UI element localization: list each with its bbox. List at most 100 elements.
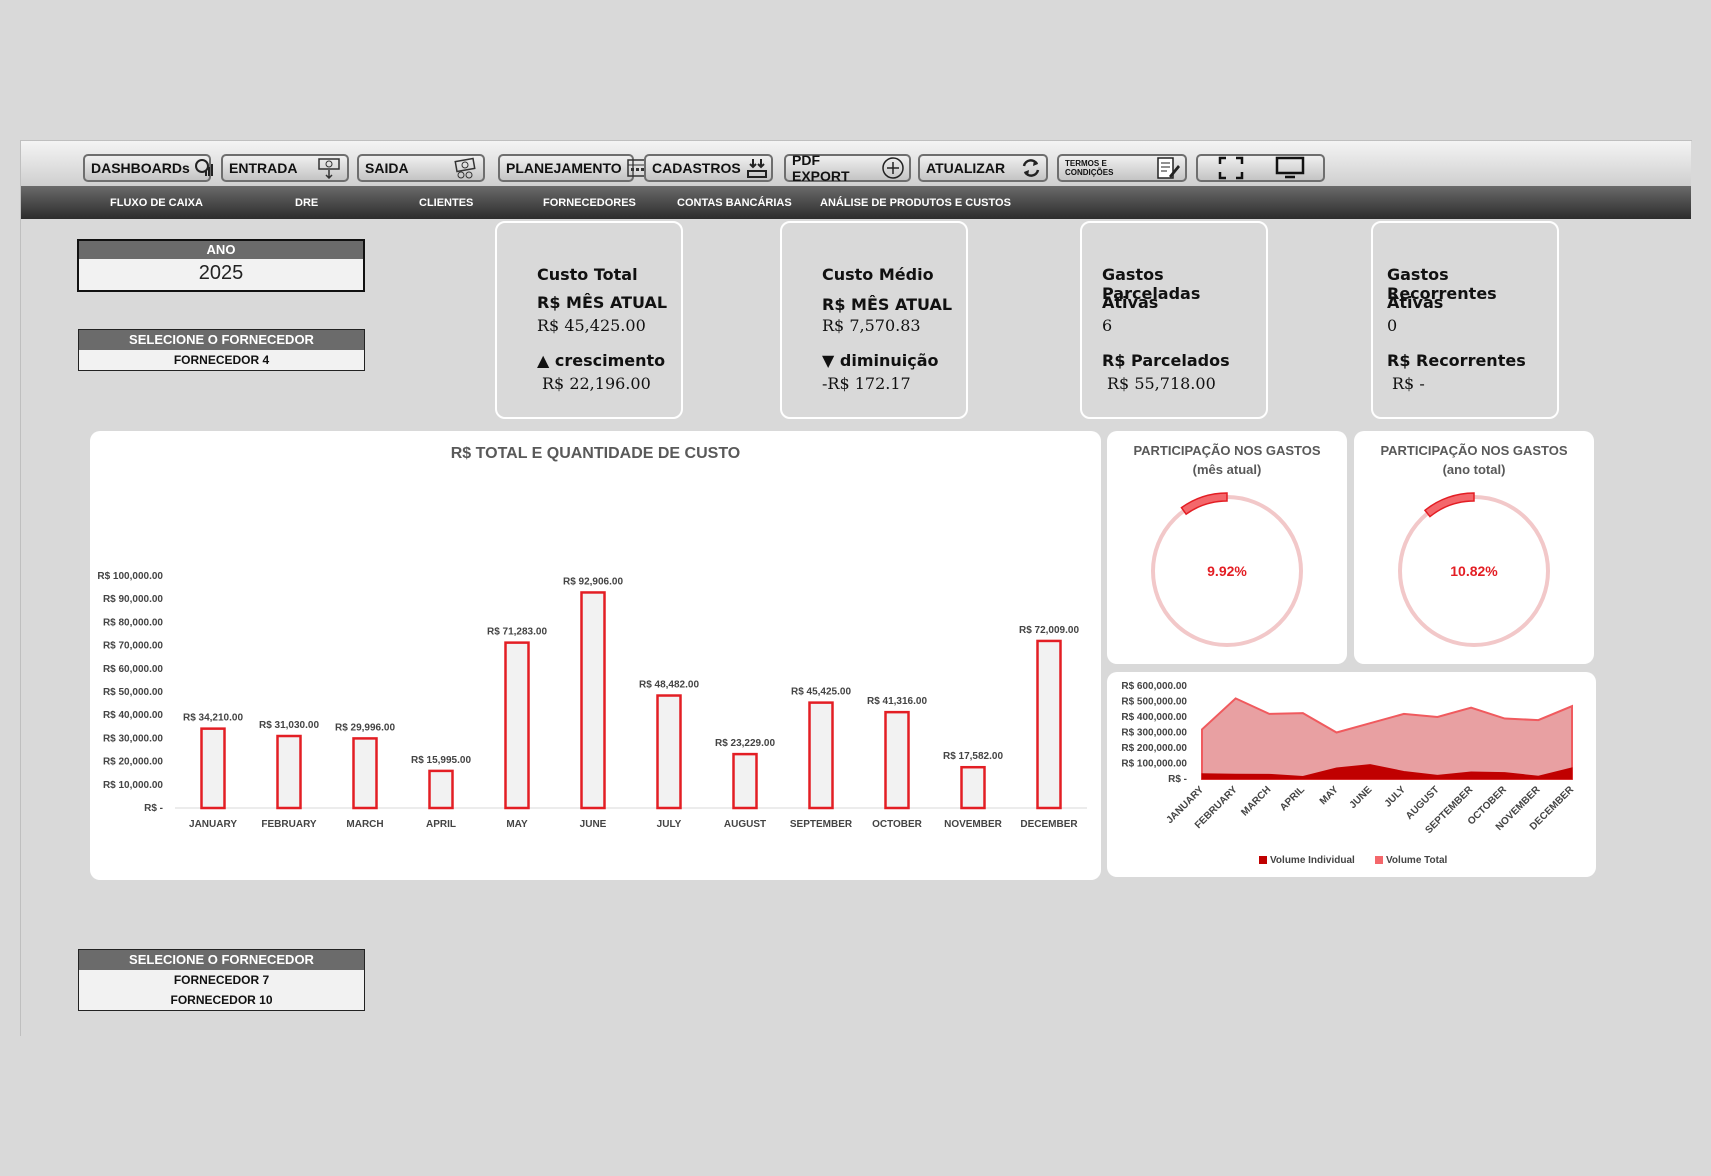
kpi-value: R$ 7,570.83 bbox=[822, 316, 921, 335]
x-tick-label: JULY bbox=[1383, 784, 1408, 809]
cadastros-button[interactable]: CADASTROS bbox=[644, 154, 773, 182]
y-tick-label: R$ 100,000.00 bbox=[97, 571, 163, 582]
y-tick-label: R$ 600,000.00 bbox=[1121, 681, 1187, 692]
supplier-selector-top[interactable]: SELECIONE O FORNECEDOR FORNECEDOR 4 bbox=[78, 329, 365, 371]
area-chart: R$ - R$ 100,000.00 R$ 200,000.00 R$ 300,000… bbox=[1121, 681, 1576, 866]
termos-button[interactable]: TERMOS E CONDIÇÕES bbox=[1057, 154, 1187, 182]
bar-chart-panel: R$ TOTAL E QUANTIDADE DE CUSTO R$ - R$ 10… bbox=[90, 431, 1101, 880]
y-tick-label: R$ 60,000.00 bbox=[103, 664, 163, 675]
kpi-change-label: R$ Recorrentes bbox=[1387, 351, 1526, 370]
bar bbox=[352, 737, 378, 810]
money-in-icon bbox=[318, 158, 340, 179]
kpi-title: Custo Médio bbox=[822, 265, 934, 284]
bar bbox=[960, 765, 986, 810]
bar-value-label: R$ 15,995.00 bbox=[411, 755, 471, 766]
x-tick-label: FEBRUARY bbox=[261, 819, 317, 830]
bar-value-label: R$ 71,283.00 bbox=[487, 627, 547, 638]
y-tick-label: R$ 40,000.00 bbox=[103, 710, 163, 721]
y-tick-label: R$ 90,000.00 bbox=[103, 594, 163, 605]
kpi-subtitle: R$ MÊS ATUAL bbox=[537, 293, 668, 312]
subnav-contas-bancarias[interactable]: CONTAS BANCÁRIAS bbox=[677, 197, 792, 209]
area-chart-panel: R$ - R$ 100,000.00 R$ 200,000.00 R$ 300,000… bbox=[1107, 672, 1596, 877]
bar-value-label: R$ 29,996.00 bbox=[335, 722, 395, 733]
donut-panel-month: PARTICIPAÇÃO NOS GASTOS (mês atual) 9.92… bbox=[1107, 431, 1347, 664]
bar-value-label: R$ 72,009.00 bbox=[1019, 625, 1079, 636]
add-circle-icon bbox=[882, 157, 904, 179]
register-icon bbox=[746, 159, 767, 178]
y-tick-label: R$ 70,000.00 bbox=[103, 641, 163, 652]
y-tick-label: R$ 100,000.00 bbox=[1121, 759, 1187, 770]
x-tick-label: DECEMBER bbox=[1020, 819, 1078, 830]
y-tick-label: R$ 200,000.00 bbox=[1121, 743, 1187, 754]
fullscreen-icon[interactable] bbox=[1218, 156, 1244, 180]
entrada-button[interactable]: ENTRADA bbox=[221, 154, 349, 182]
y-tick-label: R$ - bbox=[1168, 774, 1187, 785]
atualizar-button[interactable]: ATUALIZAR bbox=[918, 154, 1048, 182]
donut-value: 10.82% bbox=[1450, 563, 1498, 579]
atualizar-label: ATUALIZAR bbox=[926, 160, 1006, 176]
x-tick-label: AUGUST bbox=[724, 819, 766, 830]
legend-swatch bbox=[1375, 856, 1383, 864]
view-toggle-button[interactable] bbox=[1196, 154, 1325, 182]
saida-button[interactable]: SAIDA bbox=[357, 154, 485, 182]
x-tick-label: MARCH bbox=[1239, 784, 1273, 818]
x-tick-label: MARCH bbox=[346, 819, 383, 830]
supplier-selector-bottom-label: SELECIONE O FORNECEDOR bbox=[79, 950, 364, 970]
x-tick-label: NOVEMBER bbox=[944, 819, 1003, 830]
planejamento-button[interactable]: PLANEJAMENTO bbox=[498, 154, 649, 182]
contract-icon bbox=[1157, 157, 1180, 179]
y-tick-label: R$ 80,000.00 bbox=[103, 617, 163, 628]
bar-value-label: R$ 31,030.00 bbox=[259, 720, 319, 731]
year-selector[interactable]: ANO 2025 bbox=[77, 239, 365, 292]
supplier-selector-bottom[interactable]: SELECIONE O FORNECEDOR FORNECEDOR 7 FORN… bbox=[78, 949, 365, 1011]
kpi-title: Custo Total bbox=[537, 265, 638, 284]
year-label: ANO bbox=[79, 241, 363, 259]
x-tick-label: APRIL bbox=[1278, 784, 1307, 813]
x-tick-label: SEPTEMBER bbox=[790, 819, 853, 830]
y-tick-label: R$ 400,000.00 bbox=[1121, 712, 1187, 723]
bar-value-label: R$ 17,582.00 bbox=[943, 751, 1003, 762]
kpi-value: 0 bbox=[1387, 316, 1398, 335]
bar bbox=[656, 694, 682, 810]
bar bbox=[580, 591, 606, 810]
kpi-change-value: R$ - bbox=[1392, 374, 1425, 393]
kpi-change-label: ▼ diminuição bbox=[822, 351, 939, 370]
subnav-clientes[interactable]: CLIENTES bbox=[419, 197, 473, 209]
bar-value-label: R$ 92,906.00 bbox=[563, 576, 623, 587]
money-out-icon bbox=[454, 157, 476, 179]
bar-value-label: R$ 45,425.00 bbox=[791, 687, 851, 698]
subnav-analise-produtos[interactable]: ANÁLISE DE PRODUTOS E CUSTOS bbox=[820, 197, 1011, 209]
x-tick-label: APRIL bbox=[426, 819, 456, 830]
subnav-fluxo-de-caixa[interactable]: FLUXO DE CAIXA bbox=[110, 197, 203, 209]
subnav-fornecedores[interactable]: FORNECEDORES bbox=[543, 197, 636, 209]
planejamento-label: PLANEJAMENTO bbox=[506, 160, 622, 176]
dashboards-button[interactable]: DASHBOARDs bbox=[83, 154, 213, 182]
kpi-custo-total: Custo Total R$ MÊS ATUAL R$ 45,425.00 ▲ … bbox=[495, 221, 683, 419]
kpi-change-value: -R$ 172.17 bbox=[822, 374, 911, 393]
y-tick-label: R$ 500,000.00 bbox=[1121, 697, 1187, 708]
donut-chart-year: 10.82% bbox=[1398, 492, 1550, 647]
kpi-change-label: ▲ crescimento bbox=[537, 351, 666, 370]
pdf-export-button[interactable]: PDF EXPORT bbox=[784, 152, 911, 184]
x-tick-label: OCTOBER bbox=[872, 819, 923, 830]
kpi-change-value: R$ 22,196.00 bbox=[542, 374, 651, 393]
monitor-icon[interactable] bbox=[1275, 156, 1305, 180]
y-tick-label: R$ 300,000.00 bbox=[1121, 728, 1187, 739]
kpi-value: R$ 45,425.00 bbox=[537, 316, 646, 335]
year-value: 2025 bbox=[198, 262, 244, 284]
dashboards-label: DASHBOARDs bbox=[91, 160, 190, 176]
subnav-dre[interactable]: DRE bbox=[295, 197, 318, 209]
termos-label: TERMOS E CONDIÇÕES bbox=[1065, 159, 1114, 177]
bar bbox=[808, 701, 834, 810]
supplier-option[interactable]: FORNECEDOR 10 bbox=[79, 990, 364, 1010]
supplier-option[interactable]: FORNECEDOR 7 bbox=[79, 970, 364, 990]
y-tick-label: R$ 20,000.00 bbox=[103, 757, 163, 768]
x-tick-label: MAY bbox=[1318, 784, 1341, 807]
bar bbox=[504, 641, 530, 810]
saida-label: SAIDA bbox=[365, 160, 409, 176]
y-tick-label: R$ - bbox=[144, 803, 163, 814]
kpi-subtitle: Ativas bbox=[1102, 293, 1159, 312]
bar bbox=[1036, 639, 1062, 810]
refresh-icon bbox=[1022, 159, 1040, 177]
y-tick-label: R$ 50,000.00 bbox=[103, 687, 163, 698]
